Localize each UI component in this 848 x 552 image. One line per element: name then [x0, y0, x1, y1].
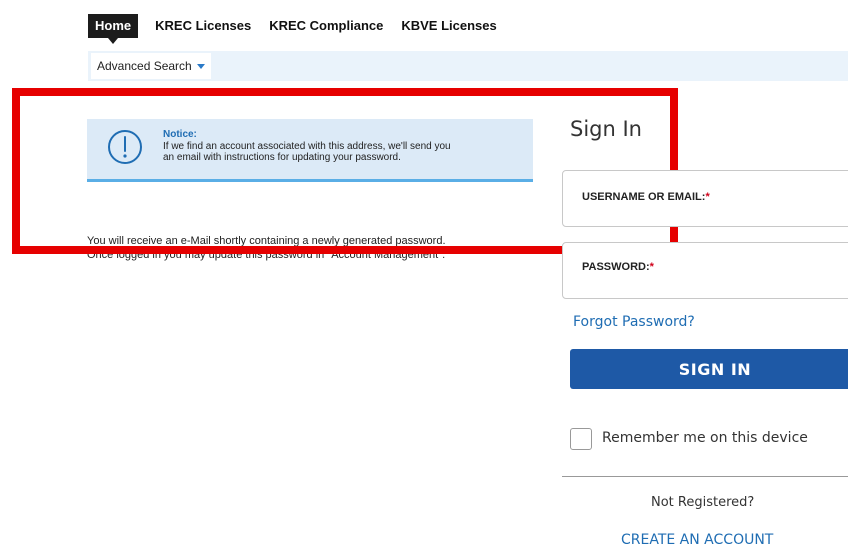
- username-label: USERNAME OR EMAIL:*: [582, 191, 710, 203]
- nav-krec-licenses[interactable]: KREC Licenses: [148, 14, 258, 38]
- message-line-2: Once logged in you may update this passw…: [87, 249, 446, 261]
- notice-text: If we find an account associated with th…: [163, 141, 523, 163]
- advanced-search-label: Advanced Search: [97, 59, 192, 73]
- remember-me-checkbox[interactable]: [570, 428, 592, 450]
- exclamation-circle-icon: [107, 129, 143, 169]
- sign-in-title: Sign In: [570, 117, 642, 141]
- not-registered-text: Not Registered?: [651, 495, 755, 510]
- top-nav: Home KREC Licenses KREC Compliance KBVE …: [88, 14, 508, 44]
- notice-line-1: If we find an account associated with th…: [163, 141, 451, 152]
- create-account-link[interactable]: CREATE AN ACCOUNT: [621, 532, 773, 548]
- nav-kbve-licenses[interactable]: KBVE Licenses: [394, 14, 503, 38]
- nav-home[interactable]: Home: [88, 14, 139, 44]
- nav-home-label: Home: [95, 18, 132, 33]
- message-line-1: You will receive an e-Mail shortly conta…: [87, 235, 446, 247]
- notice-banner: Notice: If we find an account associated…: [87, 119, 533, 182]
- forgot-password-link[interactable]: Forgot Password?: [573, 314, 695, 330]
- divider: [562, 476, 848, 477]
- chevron-down-icon: [196, 63, 205, 69]
- password-field[interactable]: PASSWORD:*: [562, 242, 848, 299]
- advanced-search-menu[interactable]: Advanced Search: [91, 53, 211, 79]
- notice-line-2: an email with instructions for updating …: [163, 152, 401, 163]
- password-reset-message: You will receive an e-Mail shortly conta…: [87, 234, 537, 262]
- nav-krec-compliance[interactable]: KREC Compliance: [262, 14, 390, 38]
- username-field[interactable]: USERNAME OR EMAIL:*: [562, 170, 848, 227]
- notice-title: Notice:: [163, 129, 197, 140]
- sub-nav: Advanced Search: [88, 51, 848, 81]
- active-indicator-caret: [108, 38, 119, 44]
- password-label: PASSWORD:*: [582, 261, 654, 273]
- remember-me-label[interactable]: Remember me on this device: [602, 430, 808, 446]
- sign-in-button[interactable]: SIGN IN: [570, 349, 848, 389]
